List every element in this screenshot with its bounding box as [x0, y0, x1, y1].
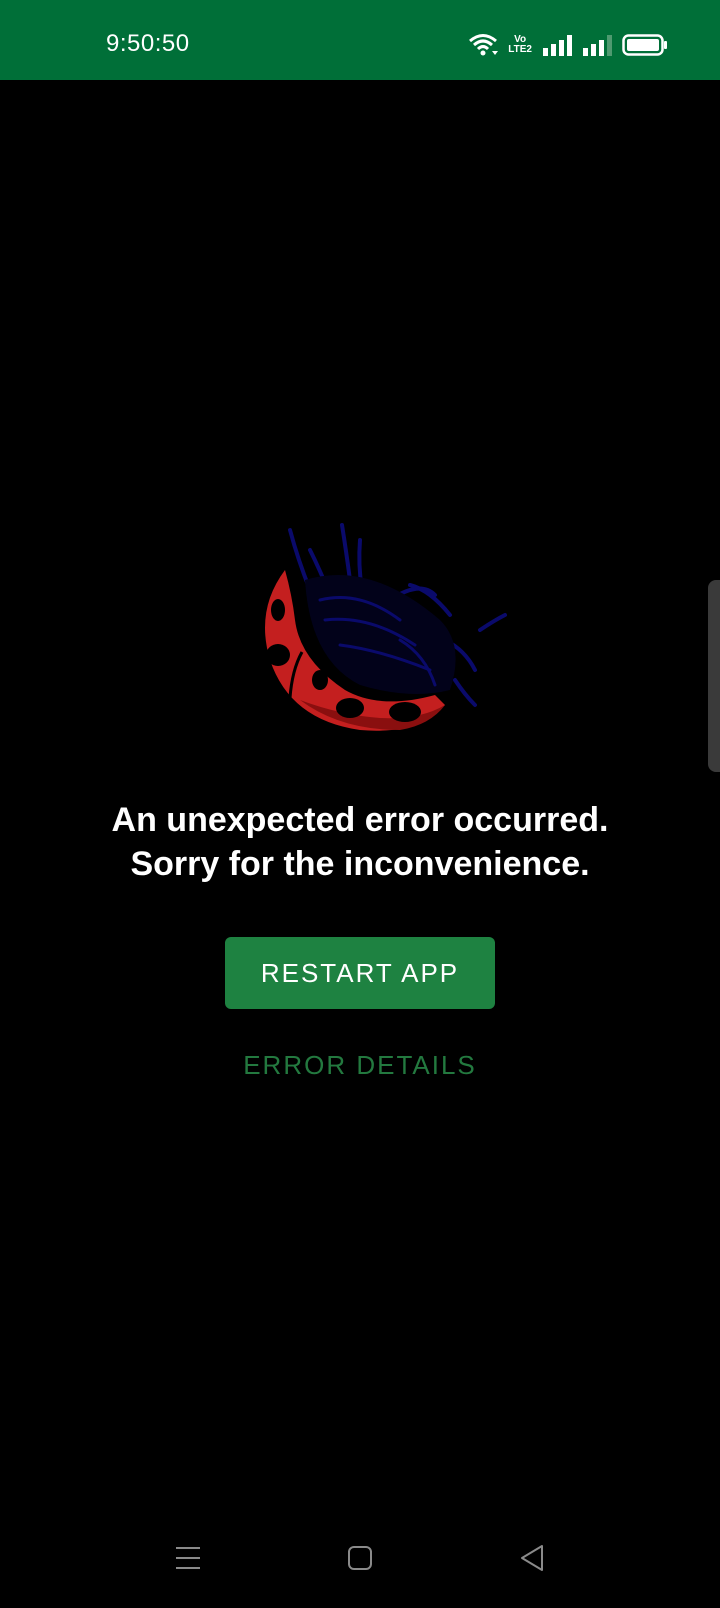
error-message-line2: Sorry for the inconvenience.	[130, 845, 590, 883]
menu-icon[interactable]	[166, 1536, 210, 1580]
status-icons: Vo LTE2	[468, 32, 668, 58]
status-time: 9:50:50	[106, 30, 190, 57]
volte-icon: Vo LTE2	[508, 35, 532, 55]
back-icon[interactable]	[510, 1536, 554, 1580]
battery-icon	[622, 34, 668, 56]
edge-panel-handle[interactable]	[708, 580, 720, 772]
error-message-line1: An unexpected error occurred.	[111, 801, 609, 839]
signal-sim2-icon	[582, 34, 612, 56]
navigation-bar	[0, 1520, 720, 1608]
wifi-icon	[468, 32, 499, 58]
error-message: An unexpected error occurred. Sorry for …	[0, 798, 720, 886]
error-details-button[interactable]: ERROR DETAILS	[200, 1040, 520, 1090]
signal-sim1-icon	[542, 34, 572, 56]
status-bar: 9:50:50 Vo LTE2	[0, 0, 720, 80]
error-screen: 9:50:50 Vo LTE2 An unexpected error occu…	[0, 0, 720, 1608]
home-icon[interactable]	[338, 1536, 382, 1580]
ladybug-icon	[250, 520, 520, 760]
restart-app-button[interactable]: RESTART APP	[225, 937, 495, 1009]
volte-label-bottom: LTE2	[508, 44, 532, 55]
